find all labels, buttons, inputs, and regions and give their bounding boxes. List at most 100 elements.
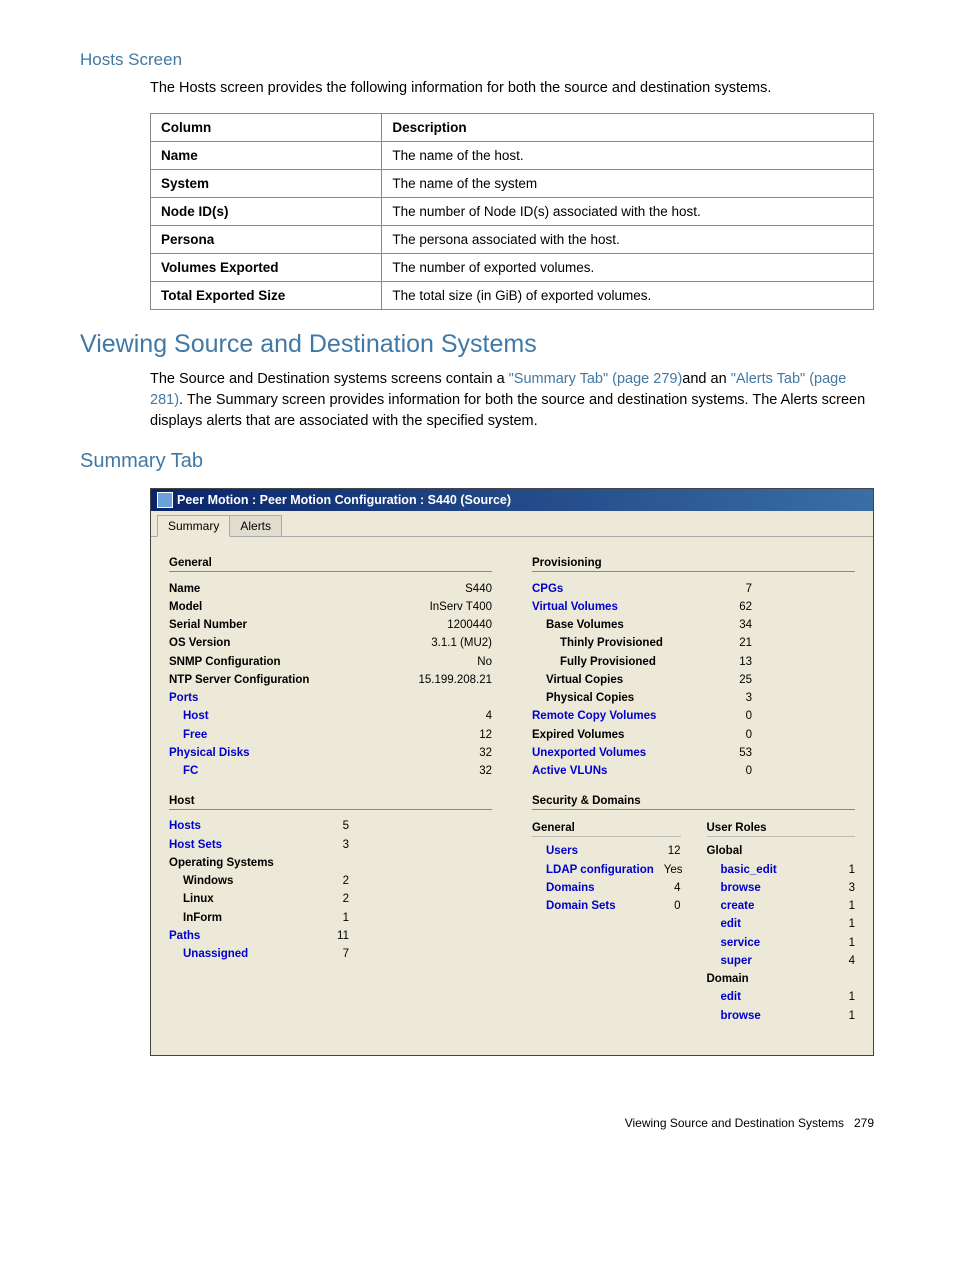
domain-label: Domain (707, 971, 749, 988)
table-row: SystemThe name of the system (151, 170, 874, 198)
hosts-screen-heading: Hosts Screen (80, 50, 874, 70)
cell-desc: The number of exported volumes. (382, 254, 874, 282)
model-value: InServ T400 (420, 599, 492, 616)
window-title: Peer Motion : Peer Motion Configuration … (177, 493, 511, 507)
hosts-screen-intro: The Hosts screen provides the following … (150, 78, 874, 99)
fully-provisioned-value: 13 (729, 654, 752, 671)
fc-link[interactable]: FC (183, 763, 198, 780)
serial-value: 1200440 (437, 617, 492, 634)
unexported-volumes-link[interactable]: Unexported Volumes (532, 745, 646, 762)
edit-link[interactable]: edit (721, 916, 741, 933)
domains-value: 4 (664, 880, 680, 897)
linux-label: Linux (183, 891, 214, 908)
edit-value: 1 (839, 916, 855, 933)
para-text: . The Summary screen provides informatio… (150, 392, 865, 429)
tab-summary[interactable]: Summary (157, 515, 230, 537)
footer-text: Viewing Source and Destination Systems (625, 1116, 844, 1130)
host-sets-link[interactable]: Host Sets (169, 837, 222, 854)
browse-link[interactable]: browse (721, 880, 761, 897)
ntp-label: NTP Server Configuration (169, 672, 309, 689)
cell-desc: The name of the host. (382, 142, 874, 170)
os-version-label: OS Version (169, 635, 230, 652)
col-header-column: Column (151, 114, 382, 142)
os-version-value: 3.1.1 (MU2) (421, 635, 492, 652)
domain-browse-link[interactable]: browse (721, 1008, 761, 1025)
snmp-label: SNMP Configuration (169, 654, 281, 671)
right-column: Provisioning CPGs7 Virtual Volumes62 Bas… (532, 551, 855, 1025)
security-general-col: General Users12 LDAP configurationYes Do… (532, 818, 681, 1026)
hosts-table: Column Description NameThe name of the h… (150, 113, 874, 310)
table-row: Total Exported SizeThe total size (in Gi… (151, 282, 874, 310)
cpgs-value: 7 (736, 581, 752, 598)
basic-edit-link[interactable]: basic_edit (721, 862, 777, 879)
expired-volumes-value: 0 (736, 727, 752, 744)
service-link[interactable]: service (721, 935, 761, 952)
active-vluns-link[interactable]: Active VLUNs (532, 763, 607, 780)
super-link[interactable]: super (721, 953, 752, 970)
main-heading: Viewing Source and Destination Systems (80, 330, 874, 359)
cpgs-link[interactable]: CPGs (532, 581, 563, 598)
ldap-value: Yes (654, 862, 683, 879)
para-text: and an (682, 371, 730, 387)
ports-free-value: 12 (469, 727, 492, 744)
ldap-link[interactable]: LDAP configuration (546, 862, 654, 879)
ports-host-link[interactable]: Host (183, 708, 209, 725)
inform-label: InForm (183, 910, 222, 927)
footer-page: 279 (854, 1116, 874, 1130)
cell-desc: The total size (in GiB) of exported volu… (382, 282, 874, 310)
summary-panel: General NameS440 ModelInServ T400 Serial… (151, 537, 873, 1055)
ports-free-link[interactable]: Free (183, 727, 207, 744)
paths-link[interactable]: Paths (169, 928, 200, 945)
ports-host-value: 4 (476, 708, 492, 725)
create-link[interactable]: create (721, 898, 755, 915)
physical-disks-link[interactable]: Physical Disks (169, 745, 250, 762)
name-label: Name (169, 581, 200, 598)
left-column: General NameS440 ModelInServ T400 Serial… (169, 551, 492, 1025)
domain-edit-value: 1 (839, 989, 855, 1006)
inform-value: 1 (333, 910, 349, 927)
virtual-volumes-link[interactable]: Virtual Volumes (532, 599, 618, 616)
service-value: 1 (839, 935, 855, 952)
unassigned-link[interactable]: Unassigned (183, 946, 248, 963)
table-row: Node ID(s)The number of Node ID(s) assoc… (151, 198, 874, 226)
ntp-value: 15.199.208.21 (408, 672, 492, 689)
summary-tab-heading: Summary Tab (80, 450, 874, 473)
unassigned-value: 7 (333, 946, 349, 963)
physical-disks-value: 32 (469, 745, 492, 762)
ports-link[interactable]: Ports (169, 690, 198, 707)
general-heading: General (169, 557, 492, 572)
linux-value: 2 (333, 891, 349, 908)
security-general-heading: General (532, 822, 681, 837)
operating-systems-label: Operating Systems (169, 855, 274, 872)
table-row: PersonaThe persona associated with the h… (151, 226, 874, 254)
cell-desc: The number of Node ID(s) associated with… (382, 198, 874, 226)
model-label: Model (169, 599, 202, 616)
virtual-copies-label: Virtual Copies (546, 672, 623, 689)
cell-col: Volumes Exported (151, 254, 382, 282)
fc-value: 32 (469, 763, 492, 780)
domain-edit-link[interactable]: edit (721, 989, 741, 1006)
global-label: Global (707, 843, 743, 860)
base-volumes-value: 34 (729, 617, 752, 634)
user-roles-heading: User Roles (707, 822, 856, 837)
cell-col: Name (151, 142, 382, 170)
cell-col: Node ID(s) (151, 198, 382, 226)
cell-col: Persona (151, 226, 382, 254)
domains-link[interactable]: Domains (546, 880, 595, 897)
host-heading: Host (169, 795, 492, 810)
tab-bar: SummaryAlerts (151, 511, 873, 537)
users-link[interactable]: Users (546, 843, 578, 860)
security-domains-heading: Security & Domains (532, 795, 855, 810)
table-header-row: Column Description (151, 114, 874, 142)
browse-value: 3 (839, 880, 855, 897)
summary-tab-link[interactable]: "Summary Tab" (page 279) (509, 371, 683, 387)
page-footer: Viewing Source and Destination Systems 2… (80, 1116, 874, 1130)
tab-alerts[interactable]: Alerts (229, 515, 282, 536)
hosts-link[interactable]: Hosts (169, 818, 201, 835)
thinly-provisioned-label: Thinly Provisioned (560, 635, 663, 652)
thinly-provisioned-value: 21 (729, 635, 752, 652)
super-value: 4 (839, 953, 855, 970)
remote-copy-volumes-link[interactable]: Remote Copy Volumes (532, 708, 656, 725)
domain-sets-link[interactable]: Domain Sets (546, 898, 616, 915)
col-header-description: Description (382, 114, 874, 142)
